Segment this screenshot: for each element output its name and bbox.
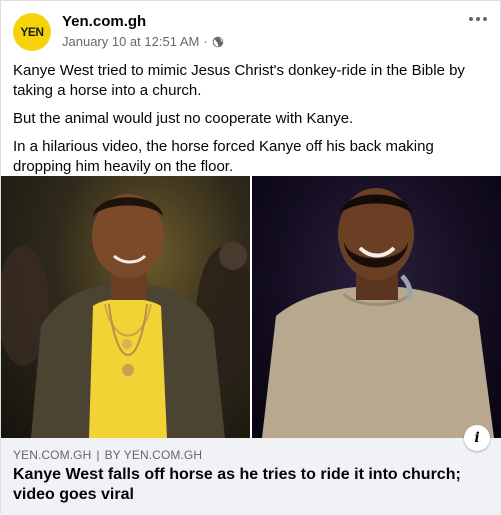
link-title[interactable]: Kanye West falls off horse as he tries t…	[13, 465, 488, 505]
post-meta: January 10 at 12:51 AM ·	[62, 34, 224, 49]
post-paragraph: But the animal would just no cooperate w…	[13, 110, 354, 127]
link-domain-line: YEN.COM.GH | BY YEN.COM.GH	[13, 448, 202, 462]
info-icon[interactable]: i	[464, 425, 490, 451]
post-paragraph: In a hilarious video, the horse forced K…	[13, 138, 434, 175]
globe-icon[interactable]	[212, 36, 224, 48]
page-name-link[interactable]: Yen.com.gh	[62, 13, 146, 30]
photo-right	[252, 176, 501, 438]
photo-left	[1, 176, 250, 438]
post-timestamp[interactable]: January 10 at 12:51 AM	[62, 34, 199, 49]
ellipsis-icon[interactable]	[466, 9, 490, 29]
link-preview-images[interactable]	[1, 176, 501, 438]
avatar-logo-text: YEN	[20, 25, 44, 39]
link-preview-caption[interactable]: i YEN.COM.GH | BY YEN.COM.GH Kanye West fa…	[1, 425, 501, 515]
meta-separator: ·	[203, 34, 208, 49]
link-byline: BY YEN.COM.GH	[104, 448, 203, 462]
page-avatar[interactable]: YEN	[13, 13, 51, 51]
domain-divider: |	[96, 448, 100, 462]
post-header: YEN Yen.com.gh January 10 at 12:51 AM ·	[1, 1, 501, 61]
post-paragraph: Kanye West tried to mimic Jesus Christ's…	[13, 62, 465, 99]
link-domain: YEN.COM.GH	[13, 448, 92, 462]
post-body: Kanye West tried to mimic Jesus Christ's…	[13, 61, 490, 185]
info-glyph: i	[474, 430, 480, 446]
facebook-post: YEN Yen.com.gh January 10 at 12:51 AM · …	[0, 0, 501, 515]
